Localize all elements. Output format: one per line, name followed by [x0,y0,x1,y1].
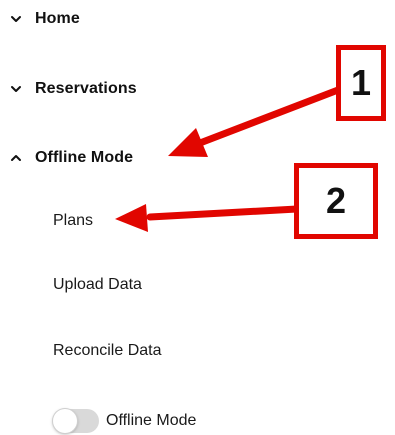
annotation-callout-2: 2 [294,163,378,239]
nav-section-label: Home [35,10,80,27]
nav-section-label: Offline Mode [35,149,134,166]
nav-section-reservations[interactable]: Reservations [9,80,137,98]
annotation-callout-1: 1 [336,45,386,121]
annotation-arrow-2 [115,204,301,232]
nav-subitem-plans[interactable]: Plans [53,212,93,230]
annotation-callout-number: 1 [350,62,372,103]
annotation-arrow-1 [168,86,342,157]
annotation-callout-number: 2 [325,180,347,221]
chevron-up-icon [9,151,23,165]
nav-subitem-upload-data[interactable]: Upload Data [53,276,142,294]
nav-subitem-reconcile-data[interactable]: Reconcile Data [53,342,162,360]
offline-mode-toggle-label: Offline Mode [106,412,197,429]
offline-mode-toggle-row: Offline Mode [53,409,196,433]
nav-section-label: Reservations [35,80,137,97]
chevron-down-icon [9,12,23,26]
chevron-down-icon [9,82,23,96]
toggle-knob [53,409,77,433]
nav-section-home[interactable]: Home [9,10,80,28]
offline-mode-toggle[interactable] [53,409,99,433]
nav-section-offline-mode[interactable]: Offline Mode [9,149,133,167]
